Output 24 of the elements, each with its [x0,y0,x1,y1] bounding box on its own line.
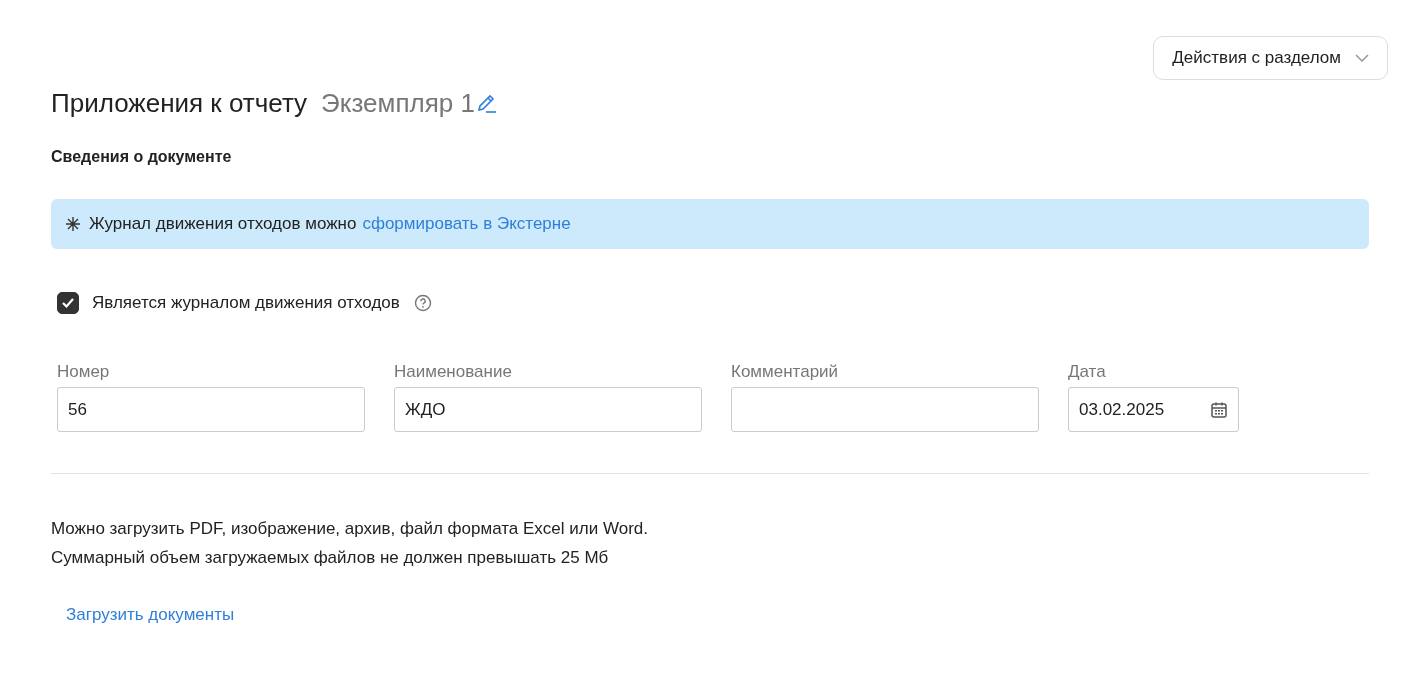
field-label: Комментарий [731,362,840,382]
upload-documents-link[interactable]: Загрузить документы [66,605,235,625]
chevron-down-icon [1355,54,1369,62]
input-field[interactable] [731,387,1039,432]
help-icon[interactable] [413,294,432,312]
banner-text: Журнал движения отходов можно [89,214,357,234]
calendar-icon[interactable] [1210,400,1228,419]
page-title: Приложения к отчету [51,88,308,119]
section-actions-button[interactable]: Действия с разделом [1153,36,1388,80]
field-label: Наименование [394,362,513,382]
section-heading: Сведения о документе [51,148,233,166]
upload-hint: Суммарный объем загружаемых файлов не должен превышать 25 Мб [51,547,610,569]
input-field[interactable]: 56 [57,387,365,432]
checkmark-icon [61,297,75,309]
date-field[interactable]: 03.02.2025 [1068,387,1239,432]
instance-name: Экземпляр 1 [321,88,475,119]
checkbox-label: Является журналом движения отходов [92,293,400,313]
field-label: Номер [57,362,111,382]
input-field[interactable]: ЖДО [394,387,702,432]
upload-hint: Можно загрузить PDF, изображение, архив, файл формата Excel или Word. [51,518,649,540]
pencil-icon[interactable] [475,92,498,115]
field-label: Дата [1068,362,1107,382]
checkbox[interactable] [57,292,79,314]
sparkle-icon [65,216,81,232]
